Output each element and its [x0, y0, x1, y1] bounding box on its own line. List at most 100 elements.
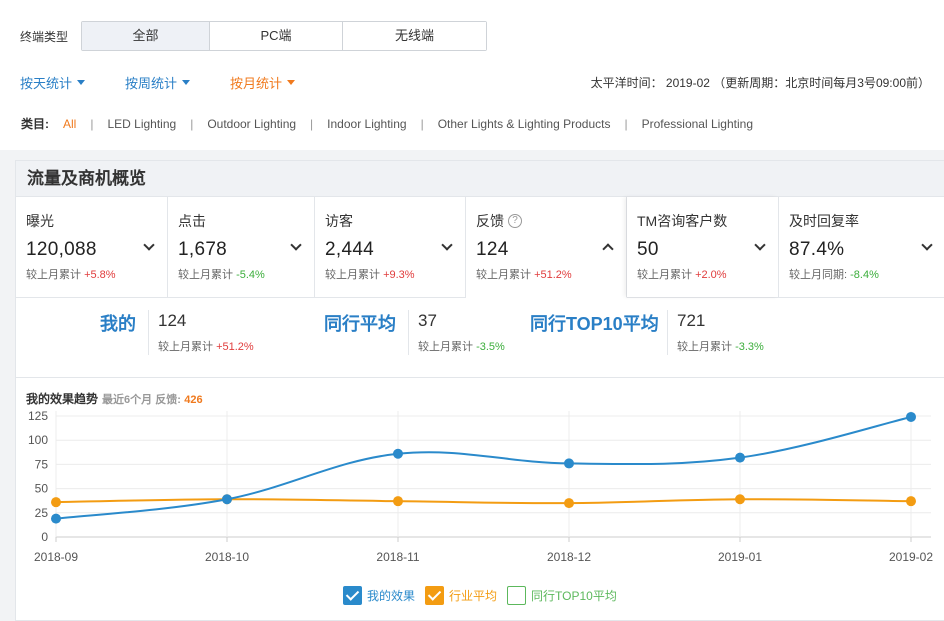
chart-legend: 我的效果 行业平均 同行TOP10平均: [343, 586, 627, 605]
compare-label: 较上月累计: [418, 341, 473, 353]
metric-compare-label: 较上月累计: [637, 269, 692, 281]
metric-tab-tm-consult[interactable]: TM咨询客户数 50 较上月累计 +2.0%: [627, 197, 779, 297]
y-tick-label: 50: [35, 482, 49, 496]
legend-item-mine[interactable]: 我的效果: [343, 586, 415, 605]
terminal-all-button[interactable]: 全部: [82, 22, 210, 50]
data-point: [564, 498, 574, 509]
metric-tab-visitors[interactable]: 访客 2,444 较上月累计 +9.3%: [315, 197, 466, 297]
metric-compare: 较上月累计 +5.8%: [26, 266, 167, 282]
metric-name: 点击: [178, 213, 206, 229]
metric-compare-label: 较上月同期:: [789, 269, 848, 281]
checkbox-icon[interactable]: [507, 586, 527, 605]
compare-label: 较上月累计: [158, 341, 213, 353]
metric-name-label: 反馈: [476, 213, 504, 229]
stat-by-day-dropdown[interactable]: 按天统计: [20, 73, 86, 92]
category-item-outdoor-lighting[interactable]: Outdoor Lighting: [207, 117, 296, 131]
legend-item-industry-avg[interactable]: 行业平均: [425, 586, 497, 605]
data-point: [735, 452, 745, 463]
metric-compare-value: +9.3%: [383, 269, 415, 281]
category-label: 类目:: [21, 117, 49, 131]
x-tick-label: 2019-02: [889, 550, 933, 564]
metric-tab-clicks[interactable]: 点击 1,678 较上月累计 -5.4%: [168, 197, 315, 297]
data-point: [393, 496, 403, 507]
legend-label: 我的效果: [367, 589, 416, 603]
terminal-label: 终端类型: [20, 29, 69, 44]
traffic-overview-panel: 流量及商机概览 曝光 120,088 较上月累计 +5.8% 点击 1,678 …: [15, 160, 944, 621]
category-separator: |: [310, 116, 314, 131]
series-line: [55, 498, 912, 505]
data-point: [222, 494, 232, 505]
terminal-mobile-button[interactable]: 无线端: [343, 22, 486, 50]
compare-avg-delta: 较上月累计 -3.5%: [418, 338, 505, 354]
metric-compare-value: +51.2%: [534, 269, 572, 281]
category-item-led-lighting[interactable]: LED Lighting: [107, 117, 176, 131]
legend-item-top10-avg[interactable]: 同行TOP10平均: [507, 586, 617, 605]
divider: [408, 310, 409, 355]
y-tick-label: 25: [35, 506, 49, 520]
category-separator: |: [190, 116, 194, 131]
metric-compare-value: +5.8%: [84, 269, 116, 281]
metric-compare-value: -8.4%: [850, 269, 879, 281]
compare-value: +51.2%: [216, 341, 254, 353]
checkbox-icon[interactable]: [425, 586, 445, 605]
trend-chart: 0 25 50 75 100 125 2018-09 2018-10 2018-11 2018-1…: [28, 409, 933, 564]
metric-name: 反馈?: [476, 211, 626, 231]
metric-compare-label: 较上月累计: [476, 269, 531, 281]
metric-tab-impressions[interactable]: 曝光 120,088 较上月累计 +5.8%: [16, 197, 168, 297]
metric-compare: 较上月同期: -8.4%: [789, 266, 944, 282]
category-item-professional-lighting[interactable]: Professional Lighting: [642, 117, 753, 131]
data-point: [564, 458, 574, 469]
metric-compare-label: 较上月累计: [26, 269, 81, 281]
metric-compare: 较上月累计 +2.0%: [637, 266, 778, 282]
metric-compare-label: 较上月累计: [178, 269, 233, 281]
panel-title: 流量及商机概览: [16, 161, 944, 197]
metric-compare-value: +2.0%: [695, 269, 727, 281]
category-separator: |: [420, 116, 424, 131]
chevron-down-icon: [77, 80, 86, 85]
data-point: [51, 497, 61, 508]
stat-by-day-label: 按天统计: [20, 75, 73, 91]
category-separator: |: [624, 116, 628, 131]
stat-by-week-label: 按周统计: [125, 75, 178, 91]
filter-area: 终端类型 全部 PC端 无线端 按天统计 按周统计 按月统计 太平洋时间： 20…: [0, 0, 944, 150]
data-point: [906, 411, 916, 422]
legend-label: 行业平均: [449, 589, 498, 603]
x-tick-label: 2018-10: [205, 550, 249, 564]
x-tick-label: 2018-12: [547, 550, 591, 564]
metric-name: 及时回复率: [789, 213, 859, 229]
compare-avg-value: 37: [418, 311, 437, 330]
stat-by-month-dropdown[interactable]: 按月统计: [230, 73, 296, 92]
metric-tab-feedback[interactable]: 反馈? 124 较上月累计 +51.2%: [466, 197, 627, 298]
metric-compare: 较上月累计 -5.4%: [178, 266, 314, 282]
metric-compare: 较上月累计 +9.3%: [325, 266, 465, 282]
compare-label: 较上月累计: [677, 341, 732, 353]
compare-top10-value: 721: [677, 311, 706, 330]
x-tick-label: 2018-11: [376, 550, 419, 564]
metric-tabs: 曝光 120,088 较上月累计 +5.8% 点击 1,678 较上月累计 -5…: [16, 197, 944, 298]
divider: [148, 310, 149, 355]
metric-tab-reply-rate[interactable]: 及时回复率 87.4% 较上月同期: -8.4%: [779, 197, 944, 297]
help-icon[interactable]: ?: [508, 214, 522, 228]
stat-period-row: 按天统计 按周统计 按月统计: [20, 72, 335, 92]
data-point: [735, 494, 745, 505]
data-point: [393, 448, 403, 459]
y-tick-label: 0: [41, 530, 48, 544]
compare-top10-delta: 较上月累计 -3.3%: [677, 338, 764, 354]
y-tick-label: 125: [28, 409, 48, 423]
category-item-indoor-lighting[interactable]: Indoor Lighting: [327, 117, 406, 131]
terminal-pc-button[interactable]: PC端: [210, 22, 343, 50]
stat-by-month-label: 按月统计: [230, 75, 283, 91]
compare-value: -3.3%: [735, 341, 764, 353]
metric-value: 87.4%: [789, 239, 845, 260]
category-item-all[interactable]: All: [63, 117, 76, 131]
compare-mine-title: 我的: [100, 314, 136, 334]
checkbox-icon[interactable]: [343, 586, 362, 605]
data-point: [51, 513, 61, 524]
terminal-segmented: 全部 PC端 无线端: [81, 21, 487, 51]
category-separator: |: [90, 116, 94, 131]
metric-compare: 较上月累计 +51.2%: [476, 266, 626, 282]
chevron-down-icon: [287, 80, 296, 85]
category-item-other-lights[interactable]: Other Lights & Lighting Products: [438, 117, 611, 131]
stat-by-week-dropdown[interactable]: 按周统计: [125, 73, 191, 92]
compare-value: -3.5%: [476, 341, 505, 353]
